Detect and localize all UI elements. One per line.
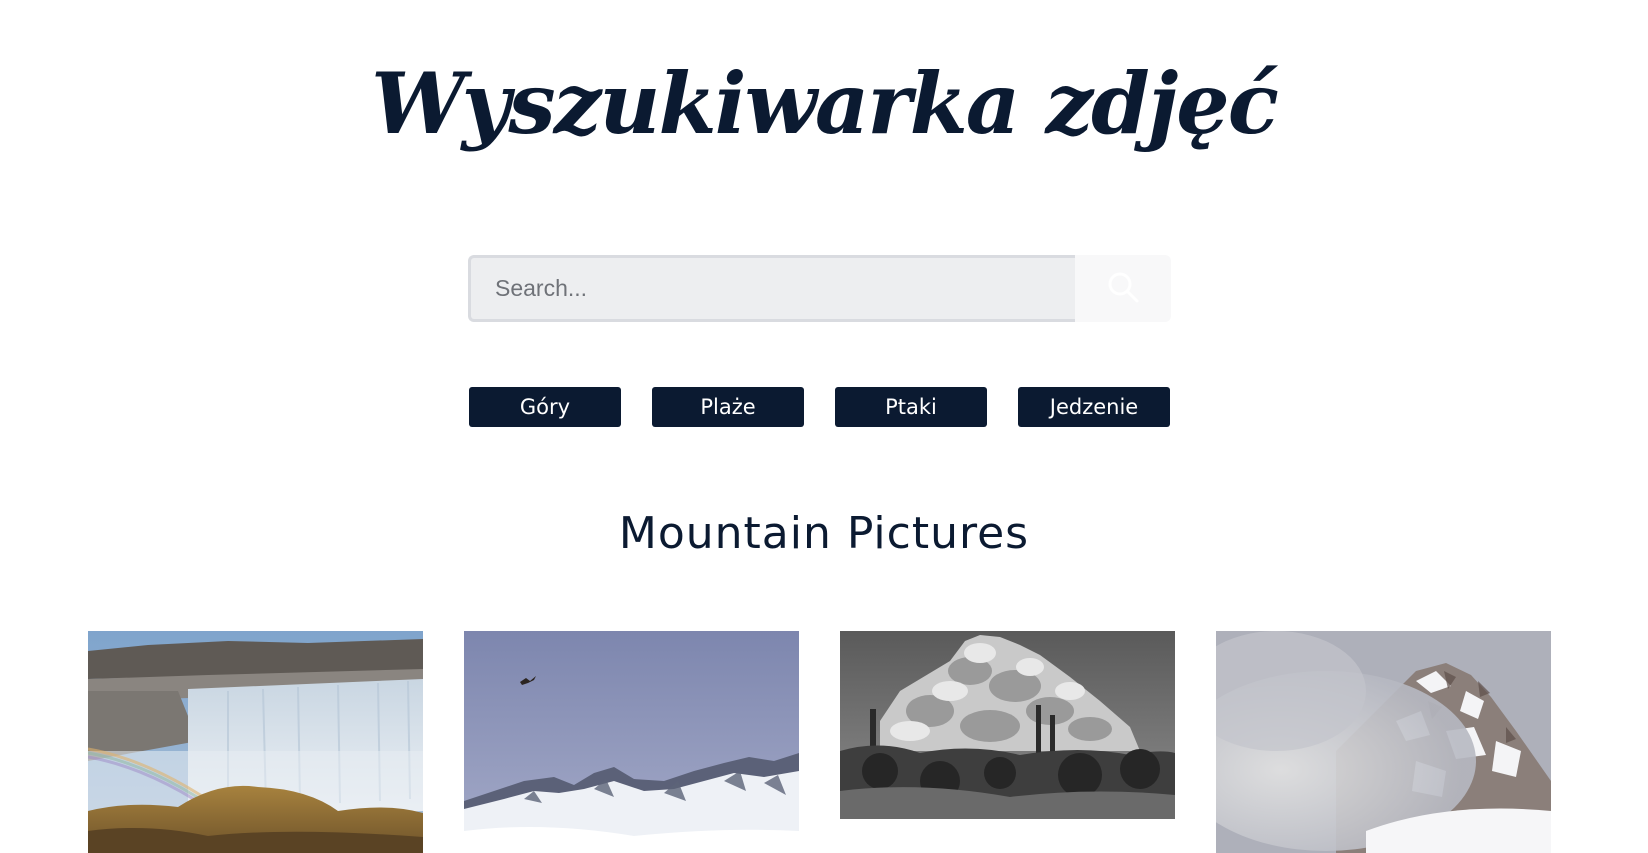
photo-gallery: [0, 631, 1648, 853]
category-button-ptaki[interactable]: Ptaki: [835, 387, 987, 427]
gallery-title: Mountain Pictures: [618, 508, 1030, 559]
search-input[interactable]: [468, 255, 1075, 322]
photo-misty-mountain[interactable]: [1216, 631, 1551, 853]
photo-waterfall[interactable]: [88, 631, 423, 853]
photo-snowy-peaks[interactable]: [464, 631, 799, 853]
photo-boulders[interactable]: [840, 631, 1175, 819]
search-icon: [1106, 270, 1140, 307]
category-buttons: Góry Plaże Ptaki Jedzenie: [469, 387, 1172, 427]
search-form: [468, 255, 1171, 322]
category-button-plaze[interactable]: Plaże: [652, 387, 804, 427]
site-title: Wyszukiwarka zdjęć: [371, 54, 1279, 153]
category-button-jedzenie[interactable]: Jedzenie: [1018, 387, 1170, 427]
category-button-gory[interactable]: Góry: [469, 387, 621, 427]
search-button[interactable]: [1075, 255, 1171, 322]
page: Wyszukiwarka zdjęć Góry Plaże Ptaki Jedz…: [0, 0, 1648, 853]
